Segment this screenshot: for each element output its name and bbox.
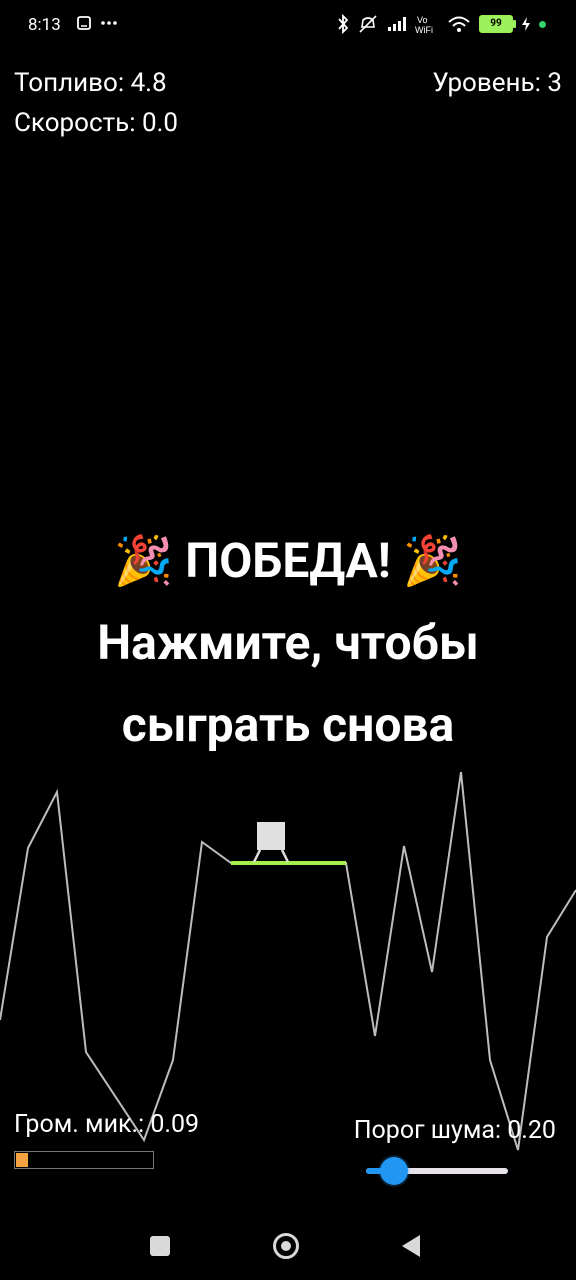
mic-volume-bar: [14, 1151, 154, 1169]
terrain-line: [0, 771, 576, 1151]
noise-threshold-label: Порог шума: 0.20: [353, 1116, 556, 1145]
back-button[interactable]: [402, 1235, 420, 1257]
home-button[interactable]: [273, 1233, 299, 1259]
mic-volume-fill: [16, 1153, 29, 1167]
victory-title: 🎉 ПОБЕДА! 🎉: [113, 532, 463, 589]
play-again-line-1: Нажмите, чтобы: [97, 614, 479, 671]
game-screen[interactable]: 8:13 Vo WiFi 99 Топливо: 4.8 Скорость: 0…: [0, 0, 576, 1280]
lander-body: [257, 822, 285, 850]
lander-leg-left: [252, 849, 262, 863]
lander-leg-right: [280, 849, 290, 863]
navigation-bar: [0, 1205, 576, 1280]
mic-volume-label: Гром. мик.: 0.09: [14, 1110, 200, 1139]
lander: [252, 822, 290, 863]
victory-message[interactable]: 🎉 ПОБЕДА! 🎉 Нажмите, чтобы сыграть снова: [0, 520, 576, 766]
recents-button[interactable]: [150, 1236, 170, 1256]
play-again-line-2: сыграть снова: [121, 696, 455, 753]
